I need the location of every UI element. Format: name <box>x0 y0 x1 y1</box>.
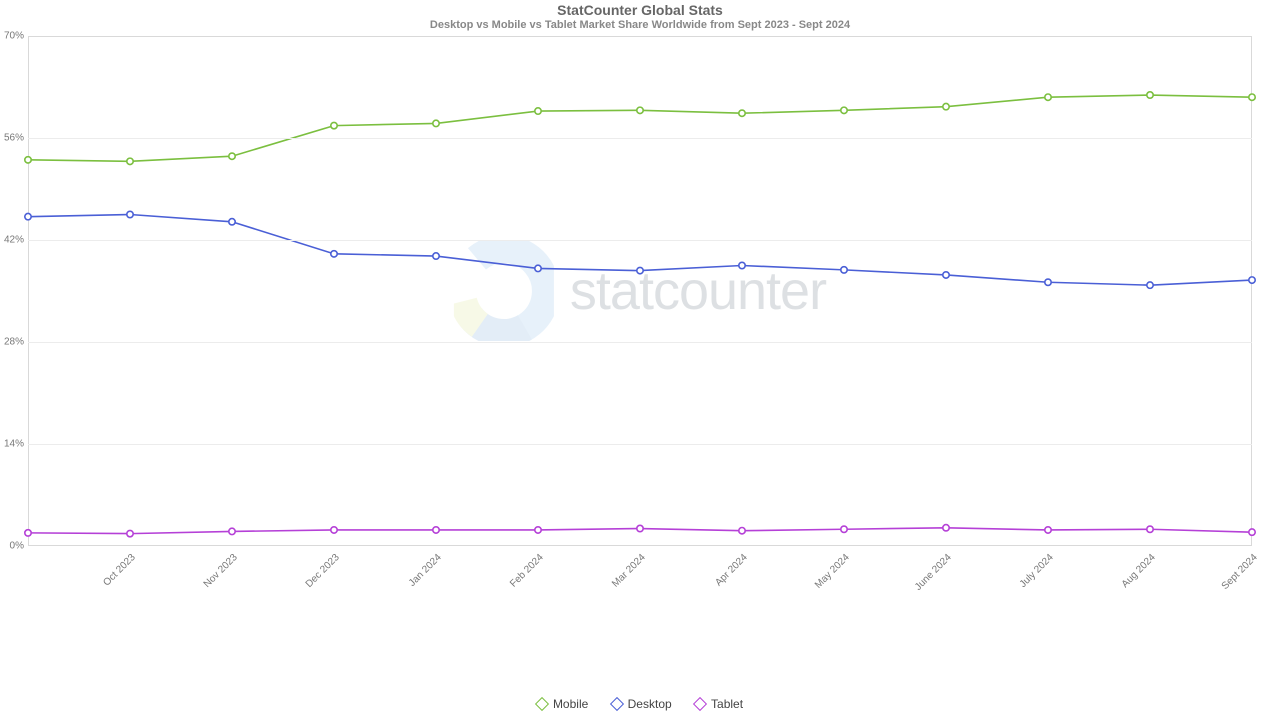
y-tick-label: 70% <box>0 31 24 42</box>
data-point[interactable] <box>433 120 439 126</box>
data-point[interactable] <box>1147 526 1153 532</box>
legend-label: Desktop <box>628 697 672 711</box>
data-point[interactable] <box>943 272 949 278</box>
data-point[interactable] <box>739 110 745 116</box>
data-point[interactable] <box>535 527 541 533</box>
data-point[interactable] <box>331 122 337 128</box>
x-tick-label: Oct 2023 <box>101 552 137 588</box>
y-tick-label: 14% <box>0 439 24 450</box>
data-point[interactable] <box>127 211 133 217</box>
diamond-icon <box>535 697 549 711</box>
data-point[interactable] <box>841 526 847 532</box>
x-tick-label: Aug 2024 <box>1120 552 1158 590</box>
x-tick-label: Mar 2024 <box>610 552 648 590</box>
series-desktop <box>25 211 1255 288</box>
legend-item-desktop[interactable]: Desktop <box>612 697 672 711</box>
data-point[interactable] <box>841 267 847 273</box>
x-tick-label: May 2024 <box>813 552 852 591</box>
data-point[interactable] <box>637 525 643 531</box>
chart-svg <box>28 36 1252 546</box>
data-point[interactable] <box>637 267 643 273</box>
data-point[interactable] <box>943 103 949 109</box>
x-tick-label: Dec 2023 <box>304 552 342 590</box>
y-tick-label: 56% <box>0 133 24 144</box>
y-tick-label: 0% <box>0 541 24 552</box>
data-point[interactable] <box>25 213 31 219</box>
data-point[interactable] <box>535 265 541 271</box>
data-point[interactable] <box>1045 94 1051 100</box>
x-tick-label: Nov 2023 <box>202 552 240 590</box>
x-tick-label: Feb 2024 <box>508 552 546 590</box>
gridline <box>28 444 1252 445</box>
data-point[interactable] <box>1249 529 1255 535</box>
legend-item-tablet[interactable]: Tablet <box>695 697 743 711</box>
x-tick-label: Apr 2024 <box>713 552 749 588</box>
data-point[interactable] <box>25 157 31 163</box>
diamond-icon <box>610 697 624 711</box>
plot-area: statcounter <box>28 36 1252 546</box>
legend-item-mobile[interactable]: Mobile <box>537 697 588 711</box>
data-point[interactable] <box>127 530 133 536</box>
data-point[interactable] <box>25 530 31 536</box>
data-point[interactable] <box>127 158 133 164</box>
data-point[interactable] <box>433 527 439 533</box>
data-point[interactable] <box>229 528 235 534</box>
legend-label: Tablet <box>711 697 743 711</box>
data-point[interactable] <box>1147 92 1153 98</box>
y-tick-label: 28% <box>0 337 24 348</box>
data-point[interactable] <box>841 107 847 113</box>
data-point[interactable] <box>229 219 235 225</box>
diamond-icon <box>693 697 707 711</box>
x-tick-label: July 2024 <box>1018 552 1056 590</box>
gridline <box>28 138 1252 139</box>
x-tick-label: June 2024 <box>913 552 954 593</box>
data-point[interactable] <box>331 527 337 533</box>
legend-label: Mobile <box>553 697 588 711</box>
data-point[interactable] <box>433 253 439 259</box>
data-point[interactable] <box>331 251 337 257</box>
data-point[interactable] <box>943 525 949 531</box>
series-mobile <box>25 92 1255 165</box>
x-tick-label: Sept 2024 <box>1220 552 1260 592</box>
series-tablet <box>25 525 1255 537</box>
gridline <box>28 342 1252 343</box>
chart-title: StatCounter Global Stats <box>0 2 1280 18</box>
data-point[interactable] <box>535 108 541 114</box>
data-point[interactable] <box>1249 277 1255 283</box>
gridline <box>28 240 1252 241</box>
data-point[interactable] <box>1147 282 1153 288</box>
x-tick-label: Jan 2024 <box>407 552 444 589</box>
y-tick-label: 42% <box>0 235 24 246</box>
data-point[interactable] <box>739 262 745 268</box>
data-point[interactable] <box>1045 279 1051 285</box>
data-point[interactable] <box>637 107 643 113</box>
data-point[interactable] <box>1249 94 1255 100</box>
chart-subtitle: Desktop vs Mobile vs Tablet Market Share… <box>0 19 1280 31</box>
data-point[interactable] <box>229 153 235 159</box>
data-point[interactable] <box>1045 527 1051 533</box>
data-point[interactable] <box>739 528 745 534</box>
legend: Mobile Desktop Tablet <box>0 697 1280 712</box>
